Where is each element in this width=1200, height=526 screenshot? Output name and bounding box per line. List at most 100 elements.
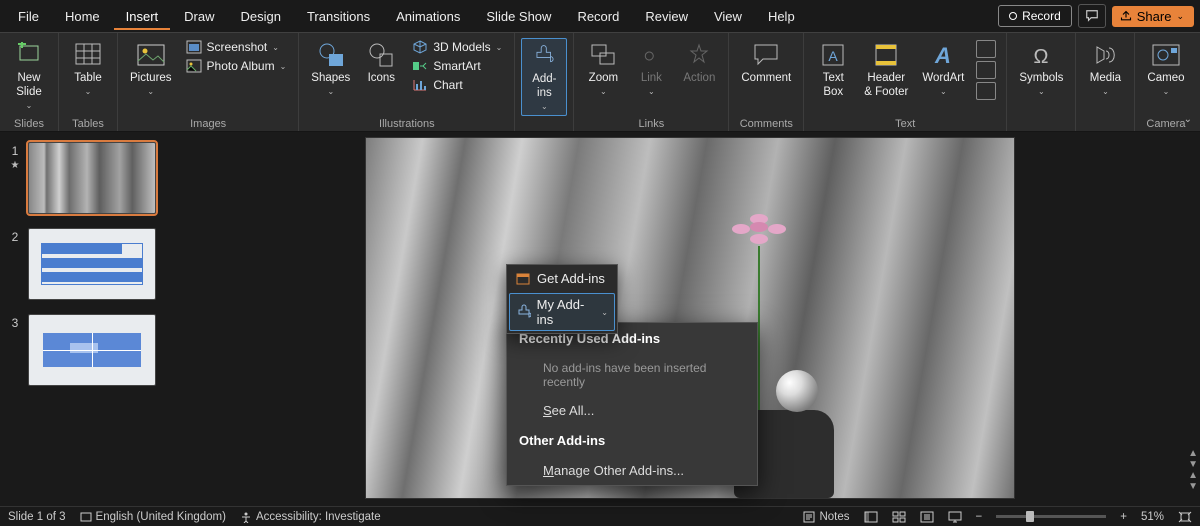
zoom-out-button[interactable]: − [976,511,983,523]
zoom-level[interactable]: 51% [1141,511,1164,523]
fit-to-window-button[interactable] [1178,511,1192,523]
menu-manage-other[interactable]: Manage Other Add-ins... [507,456,757,485]
zoom-icon [590,40,616,70]
screenshot-button[interactable]: Screenshot⌄ [180,38,293,56]
photo-album-button[interactable]: Photo Album⌄ [180,57,293,75]
group-media-label [1082,116,1128,133]
tab-view[interactable]: View [702,3,754,30]
tab-file[interactable]: File [6,3,51,30]
get-addins-item[interactable]: Get Add-ins [507,265,617,291]
new-slide-button[interactable]: New Slide⌄ [6,38,52,116]
addins-button[interactable]: Add- ins⌄ [521,38,567,116]
notes-button[interactable]: Notes [803,511,849,523]
table-icon [75,40,101,70]
symbols-button[interactable]: Ω Symbols⌄ [1013,38,1069,116]
cameo-button[interactable]: Cameo⌄ [1141,38,1190,116]
sorter-view-button[interactable] [892,511,906,523]
animation-star-icon: ★ [11,160,20,171]
action-button[interactable]: Action [676,38,722,116]
status-language[interactable]: English (United Kingdom) [80,511,226,523]
3d-models-button[interactable]: 3D Models⌄ [406,38,508,56]
my-addins-item[interactable]: My Add-ins ⌄ [509,293,615,331]
tab-review[interactable]: Review [633,3,700,30]
slideshow-view-button[interactable] [948,511,962,523]
ribbon: New Slide⌄ Slides Table⌄ Tables Pictures… [0,32,1200,132]
thumbnail-slide-2[interactable] [28,228,156,300]
group-links-label: Links [580,116,722,133]
menu-tabs: File Home Insert Draw Design Transitions… [0,0,1200,32]
thumbnail-slide-1[interactable] [28,142,156,214]
group-tables-label: Tables [65,116,111,133]
addins-icon [531,41,557,71]
share-button[interactable]: Share⌄ [1112,6,1194,27]
date-time-button[interactable] [976,40,996,58]
header-footer-button[interactable]: Header & Footer [858,38,914,116]
record-icon [1009,12,1017,20]
zoom-button[interactable]: Zoom⌄ [580,38,626,116]
normal-view-button[interactable] [864,511,878,523]
tab-animations[interactable]: Animations [384,3,472,30]
tab-home[interactable]: Home [53,3,112,30]
tab-design[interactable]: Design [229,3,293,30]
smartart-button[interactable]: SmartArt [406,57,508,75]
icons-icon [368,40,394,70]
screenshot-icon [186,40,202,54]
new-slide-icon [16,40,42,70]
slide-thumbnails: 1 ★ 2 3 [0,132,180,506]
header-icon [874,40,898,70]
comment-icon [753,40,779,70]
reading-view-button[interactable] [920,511,934,523]
table-button[interactable]: Table⌄ [65,38,111,116]
zoom-in-button[interactable]: + [1120,511,1127,523]
flower-graphic [732,214,786,250]
media-button[interactable]: Media⌄ [1082,38,1128,116]
tab-help[interactable]: Help [756,3,807,30]
slide-number-2: 2 [8,228,22,244]
object-button[interactable] [976,82,996,100]
thumbnail-slide-3[interactable] [28,314,156,386]
status-slide-count[interactable]: Slide 1 of 3 [8,511,66,523]
cube-icon [412,40,428,54]
accessibility-icon [240,511,252,523]
shapes-icon [317,40,345,70]
textbox-button[interactable]: A Text Box [810,38,856,116]
comment-button[interactable]: Comment [735,38,797,116]
store-icon [515,270,531,286]
link-button[interactable]: Link⌄ [628,38,674,116]
status-accessibility[interactable]: Accessibility: Investigate [240,511,381,523]
photo-album-icon [186,59,202,73]
link-icon [639,40,663,70]
symbols-icon: Ω [1029,40,1053,70]
textbox-icon: A [821,40,845,70]
tab-record[interactable]: Record [565,3,631,30]
svg-text:A: A [934,43,951,68]
group-illustrations-label: Illustrations [305,116,508,133]
zoom-slider[interactable] [996,515,1106,518]
pictures-button[interactable]: Pictures⌄ [124,38,178,116]
addins-popup: Get Add-ins My Add-ins ⌄ [506,264,618,334]
icons-button[interactable]: Icons [358,38,404,116]
tab-slideshow[interactable]: Slide Show [474,3,563,30]
vertical-scroll-buttons[interactable]: ▲▼▲▼ [1188,448,1198,492]
svg-text:Ω: Ω [1034,46,1049,67]
notes-icon [803,511,815,523]
wordart-button[interactable]: A WordArt⌄ [916,38,970,116]
tab-draw[interactable]: Draw [172,3,226,30]
slide-number-button[interactable] [976,61,996,79]
media-icon [1093,40,1117,70]
group-symbols-label [1013,116,1069,133]
menu-no-addins: No add-ins have been inserted recently [507,354,757,396]
tab-insert[interactable]: Insert [114,3,171,30]
chart-button[interactable]: Chart [406,76,508,94]
smartart-icon [412,59,428,73]
menu-see-all[interactable]: See All... [507,396,757,425]
group-comments-label: Comments [735,116,797,133]
menu-header-other: Other Add-ins [507,425,757,456]
slide-number-1: 1 [12,144,19,158]
shapes-button[interactable]: Shapes⌄ [305,38,356,116]
collapse-ribbon-button[interactable]: ⌄ [1184,114,1192,125]
tab-transitions[interactable]: Transitions [295,3,382,30]
slide-number-3: 3 [8,314,22,330]
comments-pane-button[interactable] [1078,4,1106,28]
record-button[interactable]: Record [998,5,1072,27]
